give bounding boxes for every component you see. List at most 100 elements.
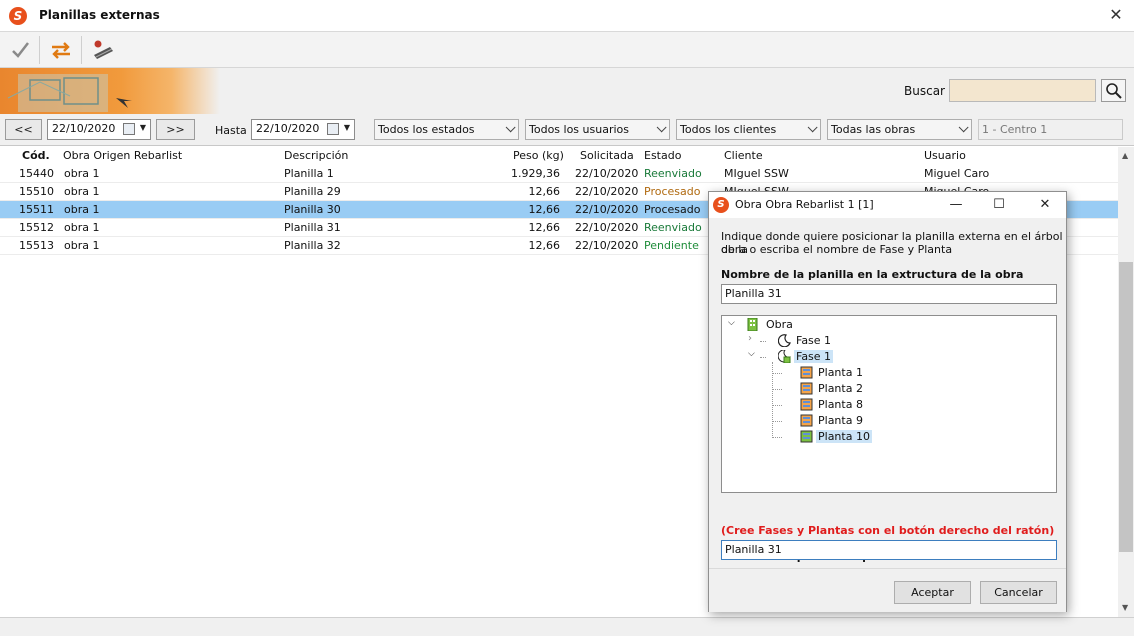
obra-position-dialog: S Obra Obra Rebarlist 1 [1] — ☐ ✕ Indiqu… bbox=[708, 191, 1067, 612]
planta-green-icon bbox=[800, 430, 813, 443]
tree-node-planta[interactable]: Planta 1 bbox=[772, 365, 892, 381]
planilla-name-input[interactable]: Planilla 31 bbox=[721, 284, 1057, 304]
title-bar: S Planillas externas ✕ bbox=[0, 0, 1134, 32]
cell-cod: 15440 bbox=[19, 167, 54, 180]
calendar-icon[interactable] bbox=[123, 123, 135, 135]
scroll-down-icon[interactable]: ▼ bbox=[1122, 603, 1128, 612]
dialog-title: Obra Obra Rebarlist 1 [1] bbox=[735, 198, 874, 211]
instructions-line-2: obra o escriba el nombre de Fase y Plant… bbox=[721, 243, 953, 256]
header-usuario[interactable]: Usuario bbox=[924, 149, 966, 162]
cell-obra: obra 1 bbox=[64, 221, 100, 234]
vertical-scrollbar[interactable]: ▲ ▼ bbox=[1118, 147, 1134, 617]
chevron-down-icon[interactable]: ▼ bbox=[344, 123, 350, 132]
tree-label: Obra bbox=[766, 318, 793, 331]
dialog-body: Indique donde quiere posicionar la plani… bbox=[709, 218, 1066, 568]
cell-solicitada: 22/10/2020 bbox=[575, 239, 639, 252]
obra-tree[interactable]: ⌵ Obra › Fase 1 ⌵ Fase 1 Planta 1 Planta… bbox=[721, 315, 1057, 493]
cell-peso: 12,66 bbox=[528, 203, 561, 216]
close-icon[interactable]: ✕ bbox=[1108, 5, 1124, 25]
user-tools-button[interactable] bbox=[88, 36, 116, 64]
scroll-up-icon[interactable]: ▲ bbox=[1122, 151, 1128, 160]
previous-date-button[interactable]: << bbox=[5, 119, 42, 140]
planta-icon bbox=[800, 398, 813, 411]
header-cliente[interactable]: Cliente bbox=[724, 149, 763, 162]
swap-arrows-icon bbox=[52, 42, 70, 59]
cell-estado: Procesado bbox=[644, 203, 701, 216]
cell-peso: 1.929,36 bbox=[511, 167, 560, 180]
cell-solicitada: 22/10/2020 bbox=[575, 203, 639, 216]
tree-node-fase[interactable]: › Fase 1 bbox=[748, 333, 868, 349]
tree-node-fase-selected[interactable]: ⌵ Fase 1 bbox=[748, 349, 868, 365]
chevron-down-icon bbox=[505, 122, 516, 133]
tree-node-planta[interactable]: Planta 8 bbox=[772, 397, 892, 413]
table-header: Cód. Obra Origen Rebarlist Descripción P… bbox=[0, 147, 1118, 165]
dialog-footer: Aceptar Cancelar bbox=[709, 568, 1066, 612]
date-from-picker[interactable]: 22/10/2020 ▼ bbox=[47, 119, 151, 140]
obra-filter-select[interactable]: Todas las obras bbox=[827, 119, 972, 140]
search-label: Buscar bbox=[904, 84, 945, 98]
cell-peso: 12,66 bbox=[528, 185, 561, 198]
cell-cod: 15510 bbox=[19, 185, 54, 198]
tree-node-planta[interactable]: Planta 9 bbox=[772, 413, 892, 429]
table-row[interactable]: 15440 obra 1 Planilla 1 1.929,36 22/10/2… bbox=[0, 165, 1118, 183]
minimize-icon[interactable]: — bbox=[941, 194, 971, 216]
toolbar bbox=[0, 32, 1134, 68]
tree-node-obra[interactable]: ⌵ Obra bbox=[728, 317, 848, 333]
cliente-filter-select[interactable]: Todos los clientes bbox=[676, 119, 821, 140]
toolbar-separator bbox=[81, 36, 82, 64]
status-bar bbox=[0, 617, 1134, 636]
planta-icon bbox=[800, 414, 813, 427]
cell-cliente: MIguel SSW bbox=[724, 167, 789, 180]
calendar-icon[interactable] bbox=[327, 123, 339, 135]
order-name-input[interactable]: Planilla 31 bbox=[721, 540, 1057, 560]
tree-node-planta-selected[interactable]: Planta 10 bbox=[772, 429, 892, 445]
chevron-down-icon bbox=[958, 122, 969, 133]
cell-obra: obra 1 bbox=[64, 185, 100, 198]
user-rebar-icon bbox=[94, 40, 113, 59]
chevron-down-icon[interactable]: ▼ bbox=[140, 123, 146, 132]
cell-estado: Pendiente bbox=[644, 239, 699, 252]
maximize-icon[interactable]: ☐ bbox=[984, 194, 1014, 216]
tree-label: Planta 1 bbox=[818, 366, 863, 379]
search-button[interactable] bbox=[1101, 79, 1126, 102]
search-icon bbox=[1106, 83, 1122, 99]
search-input[interactable] bbox=[949, 79, 1096, 102]
header-estado[interactable]: Estado bbox=[644, 149, 681, 162]
cell-descripcion: Planilla 1 bbox=[284, 167, 334, 180]
centro-value: 1 - Centro 1 bbox=[982, 123, 1048, 136]
cell-estado: Reenviado bbox=[644, 167, 702, 180]
scrollbar-thumb[interactable] bbox=[1119, 262, 1133, 552]
header-cod[interactable]: Cód. bbox=[22, 149, 50, 162]
refresh-button[interactable] bbox=[47, 36, 75, 64]
cell-obra: obra 1 bbox=[64, 239, 100, 252]
tree-label: Fase 1 bbox=[796, 334, 832, 347]
tree-node-planta[interactable]: Planta 2 bbox=[772, 381, 892, 397]
chevron-down-icon[interactable]: ⌵ bbox=[748, 349, 755, 359]
header-peso[interactable]: Peso (kg) bbox=[513, 149, 564, 162]
tree-label: Planta 2 bbox=[818, 382, 863, 395]
next-date-button[interactable]: >> bbox=[156, 119, 195, 140]
dialog-title-bar: S Obra Obra Rebarlist 1 [1] — ☐ ✕ bbox=[709, 192, 1066, 218]
header-descripcion[interactable]: Descripción bbox=[284, 149, 348, 162]
toolbar-separator bbox=[39, 36, 40, 64]
close-icon[interactable]: ✕ bbox=[1030, 194, 1060, 216]
building-icon bbox=[747, 318, 758, 331]
header-solicitada[interactable]: Solicitada bbox=[580, 149, 634, 162]
date-to-picker[interactable]: 22/10/2020 ▼ bbox=[251, 119, 355, 140]
check-icon bbox=[12, 42, 29, 58]
usuario-filter-select[interactable]: Todos los usuarios bbox=[525, 119, 670, 140]
cell-peso: 12,66 bbox=[528, 221, 561, 234]
chevron-right-icon[interactable]: › bbox=[748, 333, 752, 344]
cancel-button[interactable]: Cancelar bbox=[980, 581, 1057, 604]
accept-button[interactable]: Aceptar bbox=[894, 581, 971, 604]
filter-bar: << 22/10/2020 ▼ >> 22/10/2020 ▼ Todos lo… bbox=[0, 114, 1134, 146]
header-obra[interactable]: Obra Origen Rebarlist bbox=[63, 149, 182, 162]
accept-check-button[interactable] bbox=[6, 36, 34, 64]
app-logo-icon: S bbox=[9, 7, 27, 25]
cell-obra: obra 1 bbox=[64, 167, 100, 180]
estado-filter-select[interactable]: Todos los estados bbox=[374, 119, 519, 140]
cell-solicitada: 22/10/2020 bbox=[575, 221, 639, 234]
cell-descripcion: Planilla 29 bbox=[284, 185, 341, 198]
window-title: Planillas externas bbox=[39, 8, 160, 22]
chevron-down-icon[interactable]: ⌵ bbox=[728, 318, 735, 328]
